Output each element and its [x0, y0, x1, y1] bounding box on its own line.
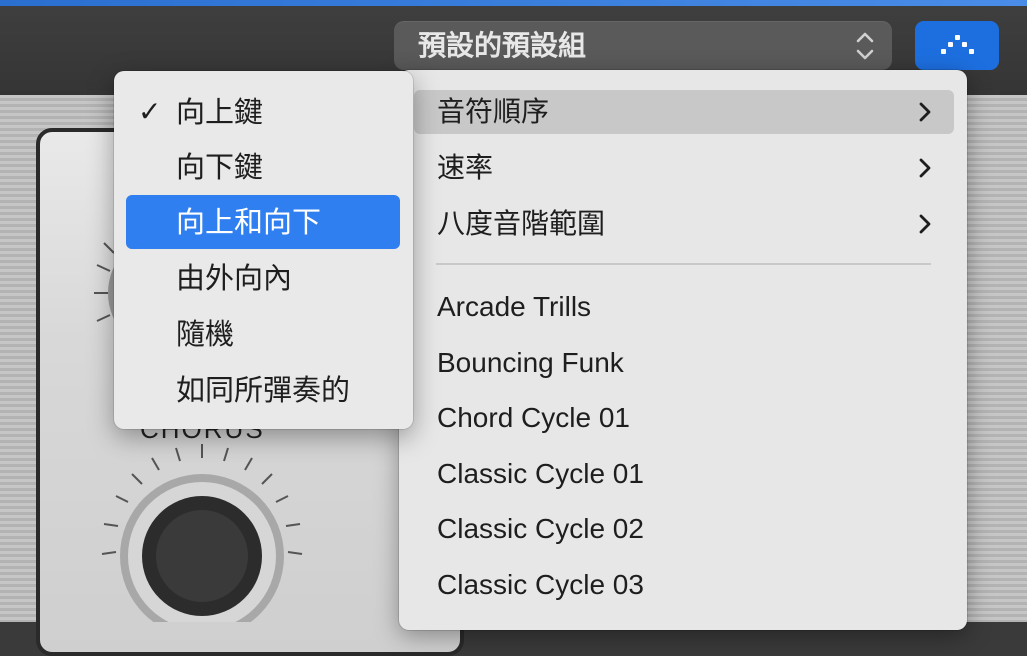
- preset-selector-value: 預設的預設組: [418, 29, 587, 62]
- menu-item-preset[interactable]: Classic Cycle 01: [414, 452, 954, 496]
- chorus-knob[interactable]: [88, 438, 318, 622]
- submenu-item-label: 向上和向下: [176, 205, 322, 239]
- submenu-item-outside-in[interactable]: 由外向內: [126, 251, 400, 305]
- menu-item-preset[interactable]: Classic Cycle 02: [414, 507, 954, 551]
- preset-label: Chord Cycle 01: [437, 402, 630, 433]
- arpeggiator-icon: [941, 35, 974, 54]
- window-edge: [0, 0, 1027, 6]
- menu-item-note-order[interactable]: 音符順序: [414, 90, 954, 134]
- menu-item-label: 速率: [437, 151, 494, 184]
- submenu-item-label: 向下鍵: [176, 150, 264, 184]
- menu-item-label: 音符順序: [437, 95, 550, 128]
- preset-label: Arcade Trills: [437, 291, 592, 322]
- preset-label: Classic Cycle 02: [437, 513, 644, 544]
- menu-item-preset[interactable]: Chord Cycle 01: [414, 396, 954, 440]
- checkmark-icon: ✓: [138, 95, 162, 128]
- submenu-item-random[interactable]: 隨機: [126, 307, 400, 361]
- submenu-item-label: 向上鍵: [176, 95, 264, 129]
- menu-item-rate[interactable]: 速率: [414, 146, 954, 190]
- menu-item-preset[interactable]: Classic Cycle 03: [414, 563, 954, 607]
- menu-item-octave-range[interactable]: 八度音階範圍: [414, 202, 954, 246]
- preset-label: Classic Cycle 01: [437, 458, 644, 489]
- submenu-item-up[interactable]: ✓ 向上鍵: [126, 85, 400, 139]
- preset-selector[interactable]: 預設的預設組: [394, 21, 892, 70]
- submenu-item-as-played[interactable]: 如同所彈奏的: [126, 363, 400, 417]
- submenu-item-label: 如同所彈奏的: [176, 373, 351, 407]
- submenu-item-down[interactable]: 向下鍵: [126, 140, 400, 194]
- submenu-item-label: 由外向內: [176, 261, 293, 295]
- menu-item-preset[interactable]: Bouncing Funk: [414, 341, 954, 385]
- chevron-right-icon: [919, 214, 931, 234]
- menu-item-preset[interactable]: Arcade Trills: [414, 285, 954, 329]
- submenu-item-label: 隨機: [176, 317, 235, 351]
- up-down-stepper-icon: [856, 32, 874, 60]
- submenu-item-up-and-down[interactable]: 向上和向下: [126, 195, 400, 249]
- preset-label: Classic Cycle 03: [437, 569, 644, 600]
- preset-menu: 音符順序 速率 八度音階範圍 Arcade Trills Bouncing Fu…: [399, 70, 967, 630]
- note-order-submenu: ✓ 向上鍵 向下鍵 向上和向下 由外向內 隨機 如同所彈奏的: [114, 71, 413, 429]
- chevron-right-icon: [919, 102, 931, 122]
- chevron-right-icon: [919, 158, 931, 178]
- menu-item-label: 八度音階範圍: [437, 207, 606, 240]
- preset-label: Bouncing Funk: [437, 347, 624, 378]
- arpeggiator-button[interactable]: [915, 21, 999, 70]
- menu-separator: [436, 263, 931, 265]
